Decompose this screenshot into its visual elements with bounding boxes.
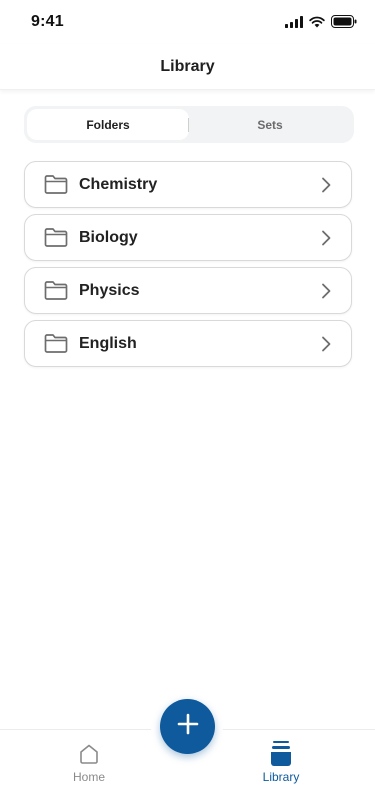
status-icons (285, 15, 357, 33)
segment-divider (188, 118, 189, 132)
tab-home-label: Home (72, 770, 105, 784)
folder-name: Chemistry (79, 175, 158, 193)
home-icon (77, 742, 101, 766)
chevron-right-icon (321, 283, 333, 299)
battery-icon (331, 15, 357, 33)
library-icon (269, 741, 293, 766)
cellular-signal-icon (285, 15, 303, 33)
page-title: Library (160, 57, 215, 75)
plus-icon (177, 713, 199, 740)
chevron-right-icon (321, 230, 333, 246)
tab-library-label: Library (262, 770, 300, 784)
chevron-right-icon (321, 177, 333, 193)
nav-header: Library (0, 44, 375, 90)
tab-library[interactable]: Library (221, 730, 341, 812)
folders-sets-segmented-control: Folders Sets (24, 106, 354, 143)
tab-sets[interactable]: Sets (189, 109, 351, 140)
folder-icon (44, 281, 68, 301)
wifi-icon (309, 15, 325, 33)
folder-list: Chemistry Biology Physics English (24, 161, 352, 373)
status-bar: 9:41 (0, 0, 375, 44)
folder-name: Biology (79, 228, 138, 246)
status-time: 9:41 (31, 13, 64, 30)
tab-home[interactable]: Home (29, 730, 149, 812)
tab-folders[interactable]: Folders (27, 109, 189, 140)
folder-icon (44, 334, 68, 354)
folder-row-chemistry[interactable]: Chemistry (24, 161, 352, 208)
folder-icon (44, 228, 68, 248)
folder-row-english[interactable]: English (24, 320, 352, 367)
chevron-right-icon (321, 336, 333, 352)
add-button[interactable] (160, 699, 215, 754)
folder-row-physics[interactable]: Physics (24, 267, 352, 314)
folder-row-biology[interactable]: Biology (24, 214, 352, 261)
folder-name: English (79, 334, 137, 352)
folder-icon (44, 175, 68, 195)
folder-name: Physics (79, 281, 140, 299)
